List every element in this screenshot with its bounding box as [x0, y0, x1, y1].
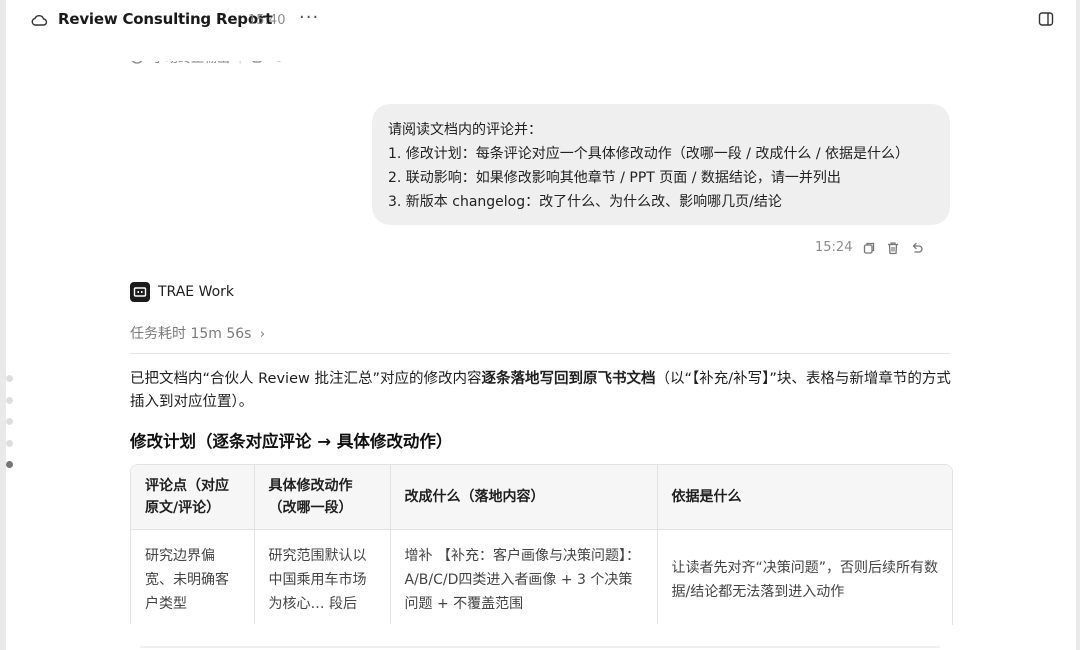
nav-dot[interactable]	[6, 396, 13, 404]
user-message-line: 1. 修改计划：每条评论对应一个具体修改动作（改哪一段 / 改成什么 / 依据是…	[388, 146, 910, 162]
summary-text: 已把文档内“合伙人 Review 批注汇总”对应的修改内容	[130, 371, 482, 387]
task-duration-toggle[interactable]: 任务耗时 15m 56s ›	[130, 323, 265, 343]
plan-table: 评论点（对应原文/评论） 具体修改动作（改哪一段） 改成什么（落地内容） 依据是…	[130, 464, 953, 625]
user-message-line: 2. 联动影响：如果修改影响其他章节 / PPT 页面 / 数据结论，请一并列出	[388, 170, 841, 186]
table-cell: 增补 【补充：客户画像与决策问题】：A/B/C/D四类进入者画像 + 3 个决策…	[390, 529, 658, 625]
divider	[140, 646, 940, 648]
header-bar: Review Consulting Report 15:40 ···	[6, 0, 1076, 40]
delete-icon[interactable]	[886, 241, 900, 255]
divider	[130, 353, 950, 354]
user-message-time: 15:24	[815, 240, 853, 255]
chevron-right-icon: ›	[259, 327, 266, 342]
table-header-cell: 评论点（对应原文/评论）	[131, 465, 255, 530]
nav-dot[interactable]	[6, 418, 13, 425]
nav-dot[interactable]	[6, 375, 13, 382]
table-header-cell: 改成什么（落地内容）	[390, 465, 658, 530]
sidebar-toggle-icon[interactable]	[1038, 11, 1054, 27]
more-options-button[interactable]: ···	[299, 7, 319, 28]
trae-logo-icon	[130, 282, 150, 302]
scroll-mask	[6, 40, 1076, 61]
undo-icon[interactable]	[910, 241, 924, 255]
table-header-row: 评论点（对应原文/评论） 具体修改动作（改哪一段） 改成什么（落地内容） 依据是…	[131, 465, 952, 530]
nav-dot[interactable]	[6, 439, 13, 447]
conversation-time: 15:40	[248, 13, 286, 28]
assistant-name: TRAE Work	[158, 284, 235, 300]
user-message-bubble: 请阅读文档内的评论并： 1. 修改计划：每条评论对应一个具体修改动作（改哪一段 …	[372, 104, 950, 225]
table-cell: 研究范围默认以中国乘用车市场为核心… 段后	[254, 529, 391, 625]
table-header-cell: 具体修改动作（改哪一段）	[254, 465, 391, 530]
copy-icon[interactable]	[862, 241, 876, 255]
table-header-cell: 依据是什么	[657, 465, 952, 530]
table-cell: 让读者先对齐“决策问题”，否则后续所有数据/结论都无法落到进入动作	[671, 560, 939, 600]
user-message-line: 请阅读文档内的评论并：	[388, 122, 542, 138]
assistant-summary: 已把文档内“合伙人 Review 批注汇总”对应的修改内容逐条落地写回到原飞书文…	[130, 368, 952, 414]
nav-dot-active[interactable]	[6, 461, 13, 468]
table-row: 研究边界偏宽、未明确客户类型 研究范围默认以中国乘用车市场为核心… 段后 增补 …	[131, 529, 952, 625]
user-message-actions: 15:24	[815, 240, 924, 255]
cloud-icon	[31, 15, 48, 26]
section-navigator	[6, 375, 16, 483]
conversation-title[interactable]: Review Consulting Report	[58, 10, 272, 28]
user-message-line: 3. 新版本 changelog：改了什么、为什么改、影响哪几页/结论	[388, 194, 782, 210]
assistant-header: TRAE Work	[130, 282, 234, 302]
summary-bold-text: 逐条落地写回到原飞书文档	[481, 371, 656, 387]
table-cell: 研究边界偏宽、未明确客户类型	[131, 529, 255, 625]
chat-window: Review Consulting Report 15:40 ··· 手动终止输…	[6, 0, 1076, 650]
section-heading: 修改计划（逐条对应评论 → 具体修改动作）	[130, 432, 453, 451]
task-duration-label: 任务耗时 15m 56s	[130, 326, 252, 342]
